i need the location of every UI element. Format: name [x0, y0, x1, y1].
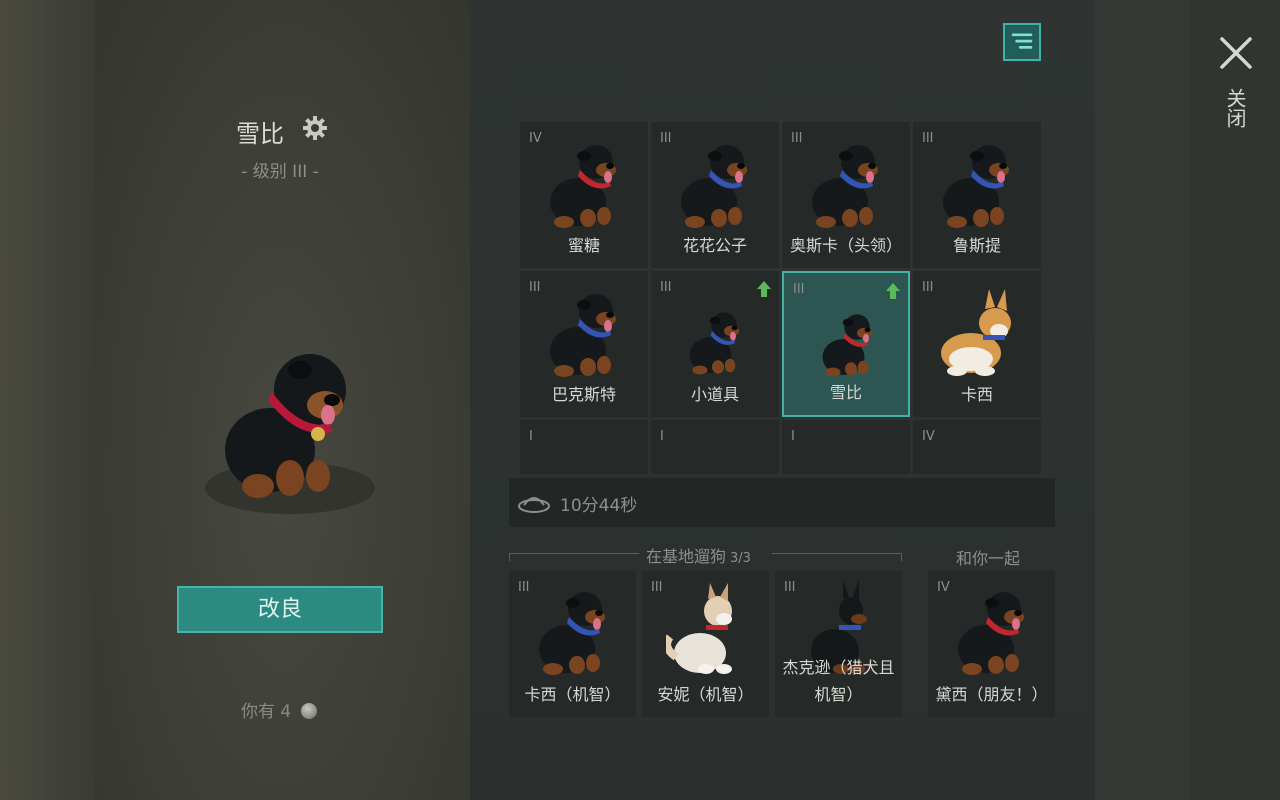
dog-card[interactable]: I [782, 420, 910, 474]
dog-tier: IV [922, 429, 935, 444]
dog-card[interactable]: III 鲁斯提 [913, 122, 1041, 268]
dog-tier: III [791, 131, 803, 146]
dog-card[interactable]: I [520, 420, 648, 474]
base-section-title: 在基地遛狗 3/3 [646, 543, 751, 567]
background-left [0, 0, 95, 800]
dog-card[interactable]: III 卡西 [913, 271, 1041, 417]
dog-tier: III [922, 280, 934, 295]
dog-tier: III [793, 282, 805, 297]
close-label[interactable]: 关闭 [1222, 88, 1250, 128]
dog-card[interactable]: III 雪比 [782, 271, 910, 417]
walking-dog-card[interactable]: IV 黛西（朋友！） [928, 571, 1055, 717]
dog-card[interactable]: IV 蜜糖 [520, 122, 648, 268]
dog-level: - 级别 III - [241, 162, 319, 182]
dog-image [806, 428, 886, 474]
improve-button[interactable]: 改良 [177, 586, 383, 633]
dog-tier: III [529, 280, 541, 295]
dog-grid: IV 蜜糖 III 花花公子 III 奥斯卡（头领） III 鲁斯提 III 巴克斯特 III 小道具… [520, 122, 1046, 474]
dog-name: 杰克逊（猎犬且机智） [782, 658, 895, 704]
currency-count: 你有 4 [241, 697, 317, 722]
dog-image [675, 130, 755, 230]
dog-card[interactable]: III 奥斯卡（头领） [782, 122, 910, 268]
dog-name: 卡西（机智） [524, 685, 621, 704]
dog-image [808, 281, 888, 381]
dog-card[interactable]: IV [913, 420, 1041, 474]
section-divider [509, 553, 510, 561]
dog-image [544, 130, 624, 230]
dog-name: 巴克斯特 [551, 385, 616, 404]
section-divider [901, 553, 902, 561]
dog-image [675, 428, 755, 474]
dog-tier: III [660, 131, 672, 146]
dog-name: 卡西 [960, 385, 993, 404]
dog-image [937, 130, 1017, 230]
dog-image [544, 279, 624, 379]
dog-tier: III [660, 280, 672, 295]
dog-name: 雪比 [829, 383, 862, 402]
dog-image [806, 130, 886, 230]
dog-tier: III [784, 580, 796, 595]
timer-text: 10分44秒 [560, 496, 638, 516]
dog-card[interactable]: I [651, 420, 779, 474]
dog-card[interactable]: III 花花公子 [651, 122, 779, 268]
dog-image [544, 428, 624, 474]
dog-image [675, 279, 755, 379]
walking-dog-card[interactable]: III 杰克逊（猎犬且机智） [775, 571, 902, 717]
dog-image [952, 577, 1032, 677]
dog-tier: I [660, 429, 664, 444]
walking-dog-card[interactable]: III 安妮（机智） [642, 571, 769, 717]
gear-icon[interactable] [301, 114, 329, 142]
upgrade-arrow-icon [757, 281, 771, 297]
dog-image [937, 428, 1017, 474]
dog-name: 小道具 [690, 385, 739, 404]
with-you-section-title: 和你一起 [956, 549, 1021, 568]
dog-tier: III [518, 580, 530, 595]
section-divider [772, 553, 902, 554]
dog-name: 蜜糖 [567, 236, 600, 255]
dog-tier: III [651, 580, 663, 595]
close-icon[interactable] [1218, 35, 1254, 71]
section-divider [509, 553, 639, 554]
filter-button[interactable] [1003, 23, 1041, 61]
dog-tier: I [529, 429, 533, 444]
coin-icon [300, 703, 317, 719]
selected-dog-portrait [205, 354, 375, 514]
dog-name: 安妮（机智） [657, 685, 754, 704]
currency-amount: 4 [280, 702, 292, 722]
dog-name: 鲁斯提 [952, 236, 1001, 255]
dog-card[interactable]: III 巴克斯特 [520, 271, 648, 417]
dog-name: 奥斯卡（头领） [789, 236, 902, 255]
background-right [1095, 0, 1190, 800]
dog-image [937, 279, 1017, 379]
dog-card[interactable]: III 小道具 [651, 271, 779, 417]
dog-image [533, 577, 613, 677]
selected-dog-name: 雪比 [236, 120, 284, 148]
dog-tier: IV [529, 131, 542, 146]
currency-prefix: 你有 [241, 702, 275, 722]
dog-name: 花花公子 [682, 236, 747, 255]
dog-tier: I [791, 429, 795, 444]
dog-name: 黛西（朋友！） [935, 685, 1048, 704]
dog-image [663, 577, 746, 677]
base-section-count: 3/3 [730, 551, 751, 566]
upgrade-arrow-icon [886, 283, 900, 299]
dog-tier: III [922, 131, 934, 146]
walking-dog-card[interactable]: III 卡西（机智） [509, 571, 636, 717]
food-bowl-icon [518, 497, 550, 513]
dog-tier: IV [937, 580, 950, 595]
base-section-label: 在基地遛狗 [646, 547, 727, 566]
